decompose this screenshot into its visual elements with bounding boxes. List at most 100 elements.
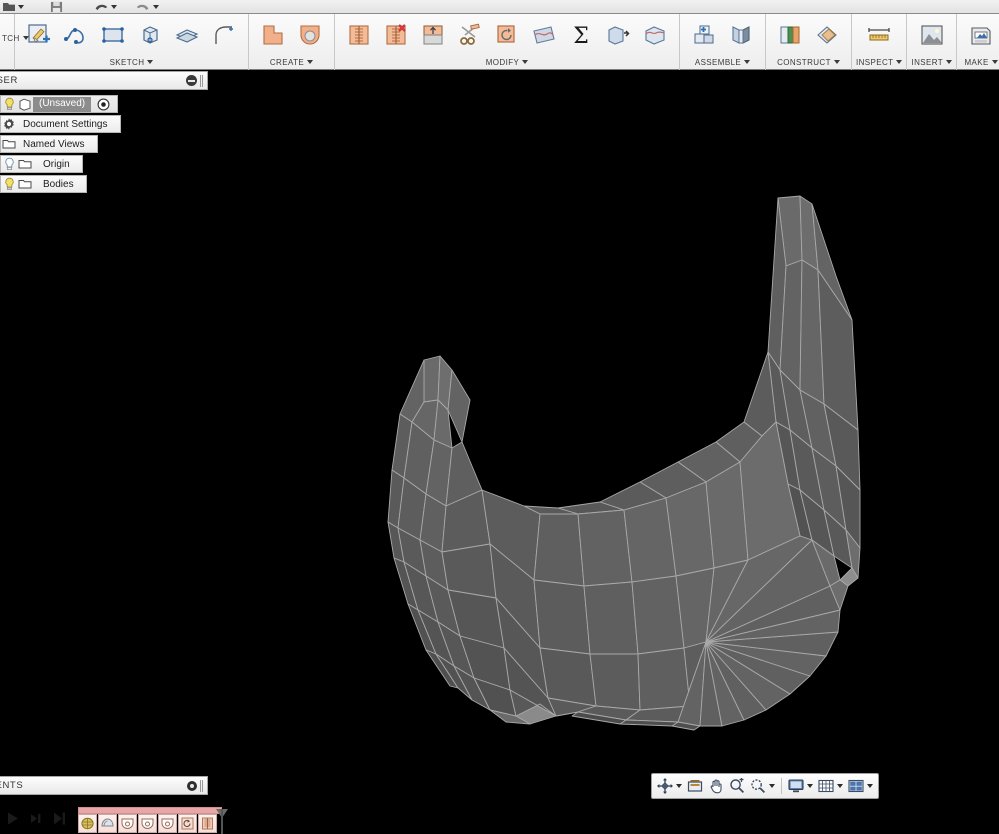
sum-sigma-icon[interactable]: Σ xyxy=(564,18,598,52)
panel-label-create[interactable]: CREATE xyxy=(270,56,314,68)
new-component-icon[interactable] xyxy=(687,18,721,52)
viewports-icon[interactable] xyxy=(846,775,866,797)
chevron-down-icon[interactable] xyxy=(676,784,682,788)
grid-snaps-icon[interactable] xyxy=(816,775,836,797)
chevron-down-icon xyxy=(744,60,751,64)
delete-face-icon[interactable] xyxy=(379,18,413,52)
timeline-feature-loft-1[interactable] xyxy=(118,814,137,833)
press-pull-icon[interactable] xyxy=(342,18,376,52)
offset-plane-icon[interactable] xyxy=(773,18,807,52)
tree-item-origin[interactable]: Origin xyxy=(0,155,83,173)
timeline-progress-bar[interactable] xyxy=(78,807,222,814)
panel-label-inspect[interactable]: INSPECT xyxy=(856,56,903,68)
tree-item-named-views[interactable]: Named Views xyxy=(0,135,98,153)
folder-icon xyxy=(1,136,17,152)
revolve-icon[interactable] xyxy=(293,18,327,52)
panel-label-text: INSERT xyxy=(911,57,944,67)
collapse-icon[interactable] xyxy=(186,75,197,86)
offset-face-icon[interactable] xyxy=(601,18,635,52)
fusion360-window: TCH SKETCH CREATE Σ MODIFY ASSEMBLE CONS… xyxy=(0,0,999,834)
timeline-feature-extrude[interactable] xyxy=(198,814,217,833)
chevron-down-icon xyxy=(946,60,953,64)
extrude-icon[interactable] xyxy=(256,18,290,52)
panel-label-text: INSPECT xyxy=(856,57,894,67)
tree-item-label: Document Settings xyxy=(23,118,108,130)
shell-icon[interactable] xyxy=(490,18,524,52)
fillet-arc-icon[interactable] xyxy=(207,18,241,52)
joint-icon[interactable] xyxy=(724,18,758,52)
look-at-icon[interactable] xyxy=(685,775,705,797)
panel-resize-grip[interactable] xyxy=(200,779,203,792)
browser-header[interactable]: WSER xyxy=(0,71,208,90)
lightbulb-on-icon[interactable] xyxy=(1,176,17,192)
panel-label-make[interactable]: MAKE xyxy=(964,56,998,68)
insert-image-icon[interactable] xyxy=(915,18,949,52)
surface-patch-icon[interactable] xyxy=(527,18,561,52)
chevron-down-icon[interactable] xyxy=(867,784,873,788)
zoom-in-icon[interactable] xyxy=(727,775,747,797)
lightbulb-off-icon[interactable] xyxy=(1,156,17,172)
timeline-marker-stem xyxy=(221,809,223,834)
comments-panel-header[interactable]: MENTS xyxy=(0,776,208,795)
panel-label-text: ASSEMBLE xyxy=(694,57,742,67)
tree-item-document-settings[interactable]: Document Settings xyxy=(0,115,121,133)
ribbon-panel-assemble: ASSEMBLE xyxy=(680,14,766,70)
split-face-icon[interactable] xyxy=(416,18,450,52)
tree-item-unsaved[interactable]: (Unsaved) xyxy=(0,95,119,113)
panel-resize-grip[interactable] xyxy=(200,74,203,87)
scissors-trim-icon[interactable] xyxy=(453,18,487,52)
lightbulb-on-icon[interactable] xyxy=(1,96,17,112)
timeline xyxy=(0,807,999,834)
comments-title: MENTS xyxy=(0,780,24,791)
panel-label-construct[interactable]: CONSTRUCT xyxy=(777,56,840,68)
timeline-feature-loft-2[interactable] xyxy=(138,814,157,833)
zoom-window-icon[interactable] xyxy=(748,775,768,797)
sculpt-form-icon[interactable] xyxy=(638,18,672,52)
chevron-down-icon[interactable] xyxy=(837,784,843,788)
measure-icon[interactable] xyxy=(862,18,896,52)
undo-button[interactable] xyxy=(93,0,117,13)
pan-hand-icon[interactable] xyxy=(706,775,726,797)
browser-tree: (Unsaved) Document Settings Named Views xyxy=(0,95,208,193)
spline-icon[interactable] xyxy=(59,18,93,52)
create-sketch-icon[interactable] xyxy=(22,18,56,52)
ribbon-panel-construct: CONSTRUCT xyxy=(766,14,852,70)
timeline-feature-mesh-body[interactable] xyxy=(78,814,97,833)
display-settings-icon[interactable] xyxy=(786,775,806,797)
redo-button[interactable] xyxy=(135,0,159,13)
timeline-feature-revolve[interactable] xyxy=(178,814,197,833)
panel-label-text: MODIFY xyxy=(485,57,520,67)
3d-print-icon[interactable] xyxy=(964,18,998,52)
save-button[interactable] xyxy=(50,0,63,13)
timeline-feature-form[interactable] xyxy=(98,814,117,833)
quick-access-toolbar xyxy=(0,0,999,14)
add-comment-icon[interactable] xyxy=(187,780,197,791)
timeline-track[interactable] xyxy=(78,807,228,834)
chevron-down-icon[interactable] xyxy=(807,784,813,788)
timeline-feature-loft-3[interactable] xyxy=(158,814,177,833)
loft-icon[interactable] xyxy=(170,18,204,52)
radio-target-icon[interactable] xyxy=(95,96,111,112)
play-icon[interactable] xyxy=(6,811,20,831)
orbit-icon[interactable] xyxy=(655,775,675,797)
plane-at-angle-icon[interactable] xyxy=(810,18,844,52)
rectangle-icon[interactable] xyxy=(96,18,130,52)
browser-panel: WSER (Unsaved) xyxy=(0,71,208,195)
panel-label-modify[interactable]: MODIFY xyxy=(486,56,529,68)
step-forward-icon[interactable] xyxy=(29,811,43,831)
chevron-down-icon xyxy=(896,60,903,64)
panel-label-text: SKETCH xyxy=(109,57,145,67)
tree-item-label: Bodies xyxy=(43,178,74,190)
box-icon[interactable] xyxy=(133,18,167,52)
chevron-down-icon[interactable] xyxy=(769,784,775,788)
chevron-down-icon xyxy=(833,60,840,64)
panel-label-sketch[interactable]: SKETCH xyxy=(110,56,154,68)
tree-item-bodies[interactable]: Bodies xyxy=(0,175,87,193)
panel-label-insert[interactable]: INSERT xyxy=(911,56,953,68)
file-dropdown-button[interactable] xyxy=(2,0,24,13)
ribbon-panel-create: CREATE xyxy=(249,14,335,70)
go-to-end-icon[interactable] xyxy=(52,811,66,831)
chevron-down-icon xyxy=(147,60,154,64)
ribbon-panel-insert: INSERT xyxy=(907,14,958,70)
panel-label-assemble[interactable]: ASSEMBLE xyxy=(694,56,751,68)
